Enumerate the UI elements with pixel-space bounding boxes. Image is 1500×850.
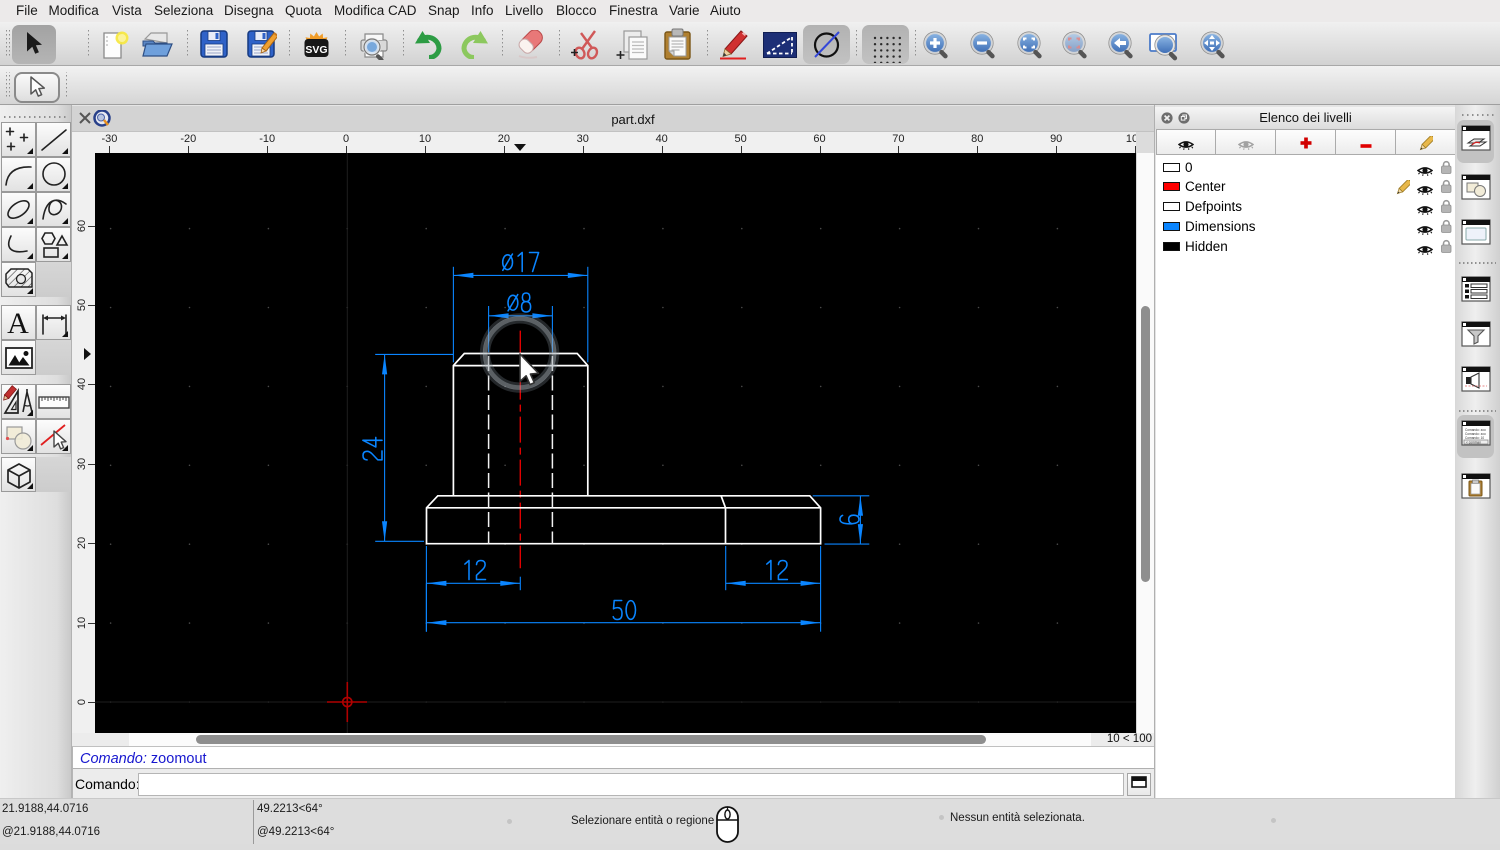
svg-text:Comando: 10: Comando: 10 bbox=[1465, 436, 1484, 440]
svg-text:< comman: < comman bbox=[1466, 440, 1481, 444]
svg-text:SVG: SVG bbox=[305, 44, 327, 56]
svg-text:A: A bbox=[7, 307, 29, 339]
